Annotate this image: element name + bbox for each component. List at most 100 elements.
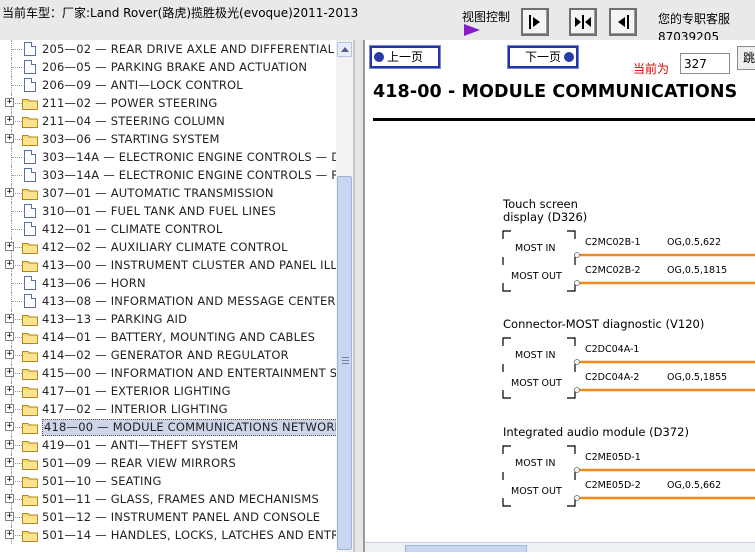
- arrow-left-bar-icon: [618, 15, 629, 29]
- jump-button[interactable]: 跳: [737, 46, 755, 70]
- view-split-button[interactable]: [569, 8, 597, 36]
- tree-item[interactable]: +419—01 — ANTI—THEFT SYSTEM: [0, 436, 336, 454]
- connector-code: C2DC04A-1: [585, 344, 639, 355]
- tree-item[interactable]: +501—11 — GLASS, FRAMES AND MECHANISMS: [0, 490, 336, 508]
- tree-item[interactable]: +412—02 — AUXILIARY CLIMATE CONTROL: [0, 238, 336, 256]
- tree-item[interactable]: +501—09 — REAR VIEW MIRRORS: [0, 454, 336, 472]
- tree-item-label: 417—01 — EXTERIOR LIGHTING: [42, 384, 231, 398]
- expand-icon[interactable]: +: [5, 242, 14, 251]
- module-name: Touch screen: [502, 197, 578, 211]
- view-expand-left-button[interactable]: [609, 8, 637, 36]
- tree-item[interactable]: 303—14A — ELECTRONIC ENGINE CONTROLS — P…: [0, 166, 336, 184]
- expand-icon[interactable]: +: [5, 404, 14, 413]
- expand-icon[interactable]: +: [5, 134, 14, 143]
- expand-icon[interactable]: +: [5, 512, 14, 521]
- folder-icon: [22, 261, 38, 272]
- tree-item-label: 413—06 — HORN: [42, 276, 146, 290]
- tree-item[interactable]: +303—06 — STARTING SYSTEM: [0, 130, 336, 148]
- tree-item-label: 501—12 — INSTRUMENT PANEL AND CONSOLE: [42, 510, 321, 524]
- document-icon: [24, 168, 36, 182]
- tree-item[interactable]: 412—01 — CLIMATE CONTROL: [0, 220, 336, 238]
- document-icon: [24, 42, 36, 56]
- expand-icon[interactable]: +: [5, 332, 14, 341]
- next-page-label: 下一页: [524, 50, 561, 64]
- document-hscrollbar[interactable]: [365, 542, 755, 552]
- sidebar: 205—02 — REAR DRIVE AXLE AND DIFFERENTIA…: [0, 40, 354, 552]
- tree-item[interactable]: +418—00 — MODULE COMMUNICATIONS NETWORK: [0, 418, 336, 436]
- split-arrows-icon: [575, 15, 591, 29]
- tree-item[interactable]: +413—13 — PARKING AID: [0, 310, 336, 328]
- page-number-input[interactable]: [680, 53, 730, 74]
- scroll-up-icon[interactable]: [337, 42, 352, 57]
- tree-item[interactable]: +417—01 — EXTERIOR LIGHTING: [0, 382, 336, 400]
- folder-icon: [22, 423, 38, 434]
- folder-icon: [22, 531, 38, 542]
- expand-icon[interactable]: +: [5, 260, 14, 269]
- tree-item[interactable]: +501—14 — HANDLES, LOCKS, LATCHES AND EN…: [0, 526, 336, 544]
- expand-icon[interactable]: +: [5, 116, 14, 125]
- pin-terminal-icon: [574, 387, 580, 393]
- tree-item[interactable]: +211—02 — POWER STEERING: [0, 94, 336, 112]
- tree-item-label: 419—01 — ANTI—THEFT SYSTEM: [42, 438, 239, 452]
- tree-item[interactable]: +307—01 — AUTOMATIC TRANSMISSION: [0, 184, 336, 202]
- tree-item-label: 501—09 — REAR VIEW MIRRORS: [42, 456, 237, 470]
- tree-item[interactable]: 413—06 — HORN: [0, 274, 336, 292]
- expand-icon[interactable]: +: [5, 314, 14, 323]
- vehicle-title: 当前车型：厂家:Land Rover(路虎)揽胜极光(evoque)2011-2…: [2, 6, 359, 20]
- prev-page-button[interactable]: 上一页: [370, 46, 440, 68]
- expand-icon[interactable]: +: [5, 98, 14, 107]
- folder-icon: [22, 135, 38, 146]
- expand-icon[interactable]: +: [5, 458, 14, 467]
- tree-item-label: 206—05 — PARKING BRAKE AND ACTUATION: [42, 60, 308, 74]
- scrollbar-thumb[interactable]: [337, 176, 352, 550]
- connector-code: C2ME05D-2: [585, 480, 641, 491]
- tree-item[interactable]: +415—00 — INFORMATION AND ENTERTAINMENT …: [0, 364, 336, 382]
- tree-item[interactable]: 303—14A — ELECTRONIC ENGINE CONTROLS — D: [0, 148, 336, 166]
- tree-item[interactable]: +417—02 — INTERIOR LIGHTING: [0, 400, 336, 418]
- tree-item[interactable]: 206—05 — PARKING BRAKE AND ACTUATION: [0, 58, 336, 76]
- document-icon: [24, 78, 36, 92]
- pin-terminal-icon: [574, 252, 580, 258]
- tree-connector: [12, 85, 22, 86]
- tree-item[interactable]: +501—10 — SEATING: [0, 472, 336, 490]
- tree-item[interactable]: 205—02 — REAR DRIVE AXLE AND DIFFERENTIA…: [0, 40, 336, 58]
- view-expand-right-button[interactable]: [521, 8, 549, 36]
- title-divider: [373, 118, 755, 121]
- expand-icon[interactable]: +: [5, 530, 14, 539]
- tree-item[interactable]: +501—12 — INSTRUMENT PANEL AND CONSOLE: [0, 508, 336, 526]
- tree-connector: [12, 49, 22, 50]
- tree-item-label: 501—14 — HANDLES, LOCKS, LATCHES AND ENT…: [42, 528, 336, 542]
- tree-item[interactable]: +211—04 — STEERING COLUMN: [0, 112, 336, 130]
- folder-icon: [22, 369, 38, 380]
- expand-icon[interactable]: +: [5, 386, 14, 395]
- connector-code: C2DC04A-2: [585, 372, 639, 383]
- expand-icon[interactable]: +: [5, 440, 14, 449]
- folder-icon: [22, 387, 38, 398]
- tree-item[interactable]: +413—00 — INSTRUMENT CLUSTER AND PANEL I…: [0, 256, 336, 274]
- expand-icon[interactable]: +: [5, 422, 14, 431]
- tree-item-label: 414—01 — BATTERY, MOUNTING AND CABLES: [42, 330, 316, 344]
- pin-terminal-icon: [574, 359, 580, 365]
- folder-icon: [22, 243, 38, 254]
- document-icon: [24, 276, 36, 290]
- tree-connector: [12, 175, 22, 176]
- tree-item[interactable]: +414—02 — GENERATOR AND REGULATOR: [0, 346, 336, 364]
- module-name: Connector-MOST diagnostic (V120): [503, 317, 704, 331]
- folder-icon: [22, 117, 38, 128]
- tree-item[interactable]: 310—01 — FUEL TANK AND FUEL LINES: [0, 202, 336, 220]
- expand-icon[interactable]: +: [5, 476, 14, 485]
- expand-icon[interactable]: +: [5, 188, 14, 197]
- sidebar-scrollbar[interactable]: [336, 40, 353, 552]
- tree-item[interactable]: 206—09 — ANTI—LOCK CONTROL: [0, 76, 336, 94]
- pin-label: MOST IN: [515, 350, 555, 361]
- expand-icon[interactable]: +: [5, 494, 14, 503]
- tree-item-label: 501—10 — SEATING: [42, 474, 162, 488]
- next-page-button[interactable]: 下一页: [508, 46, 578, 68]
- folder-icon: [22, 513, 38, 524]
- pane-splitter[interactable]: [354, 40, 363, 552]
- expand-icon[interactable]: +: [5, 350, 14, 359]
- expand-icon[interactable]: +: [5, 368, 14, 377]
- tree-item[interactable]: +414—01 — BATTERY, MOUNTING AND CABLES: [0, 328, 336, 346]
- tree-item[interactable]: 413—08 — INFORMATION AND MESSAGE CENTER: [0, 292, 336, 310]
- tree-connector: [12, 67, 22, 68]
